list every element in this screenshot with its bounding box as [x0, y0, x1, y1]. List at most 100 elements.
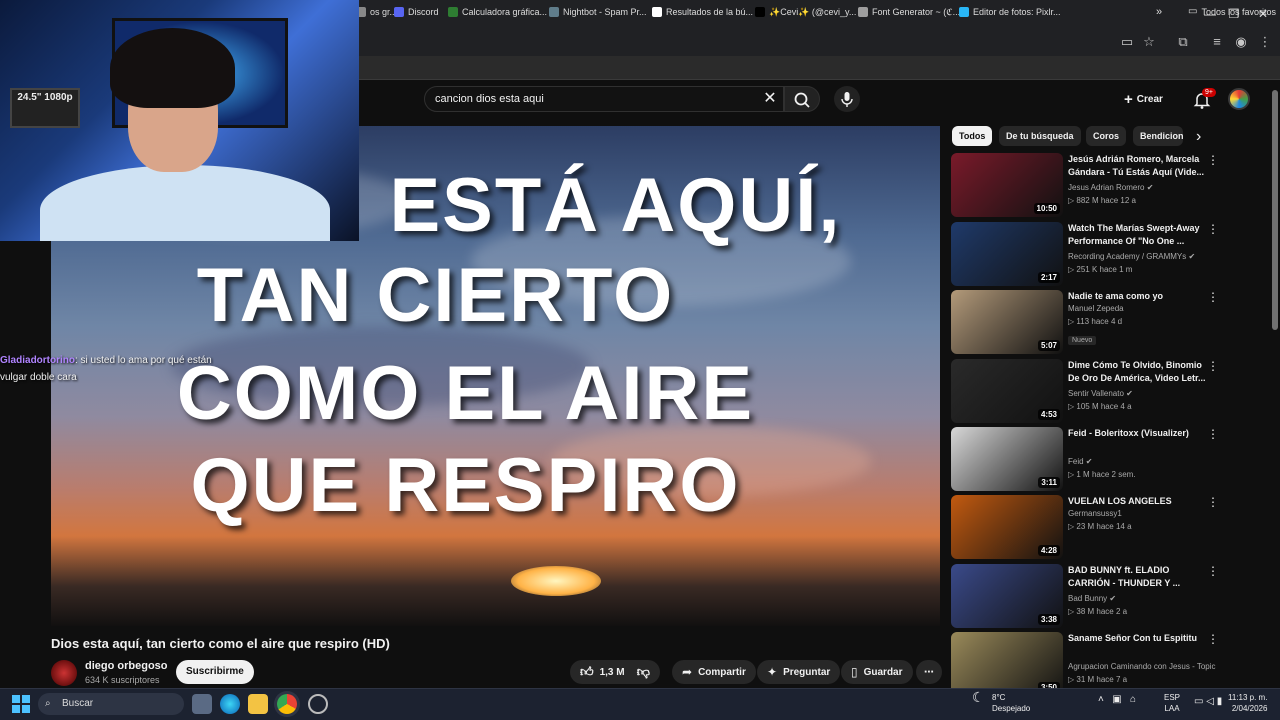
recommended-video[interactable]: 3:38 BAD BUNNY ft. ELADIO CARRIÓN - THUND…: [951, 564, 1261, 630]
bookmark-favicon-icon: [448, 7, 458, 17]
page-scrollbar[interactable]: [1272, 90, 1278, 330]
recommended-channel-name[interactable]: Germansussy1: [1068, 509, 1122, 518]
account-avatar[interactable]: [1228, 88, 1250, 110]
recommended-video-title[interactable]: Jesús Adrián Romero, Marcela Gándara - T…: [1068, 153, 1208, 179]
recommended-channel-name[interactable]: Bad Bunny ✔: [1068, 594, 1116, 603]
chevron-up-icon: ˄: [1098, 694, 1104, 705]
chat-username: Gladiadortorino: [0, 355, 75, 366]
bookmark-favicon-icon: [959, 7, 969, 17]
bookmark-item[interactable]: os gr...: [356, 3, 397, 21]
profile-icon[interactable]: ◉: [1232, 34, 1250, 50]
bookmark-item[interactable]: ✨Cevi✨ (@cevi_y...: [755, 3, 856, 21]
chip-todos[interactable]: Todos: [952, 126, 993, 146]
input-language[interactable]: ESP LAA: [1164, 692, 1180, 714]
more-vertical-icon[interactable]: ⋮: [1207, 564, 1219, 578]
file-explorer-icon[interactable]: [248, 694, 268, 714]
recommended-channel-name[interactable]: Agrupacion Caminando con Jesus - Topic: [1068, 662, 1216, 671]
recommended-video[interactable]: 3:11 Feid - Boleritoxx (Visualizer) Feid ✔…: [951, 427, 1261, 493]
chip-bendiciones[interactable]: Bendicione: [1133, 126, 1183, 146]
network-volume-icons[interactable]: ▭ ◁ ▮: [1194, 696, 1222, 707]
video-thumbnail[interactable]: 4:53: [951, 359, 1063, 423]
bookmark-item[interactable]: Calculadora gráfica...: [448, 3, 547, 21]
dislike-button[interactable]: 👎︎: [637, 664, 650, 680]
ask-button[interactable]: ✦ Preguntar: [757, 660, 841, 684]
share-button[interactable]: ➦ Compartir: [672, 660, 756, 684]
more-vertical-icon[interactable]: ⋮: [1207, 427, 1219, 441]
recommended-video-stats: ▷ 882 M hace 12 a: [1068, 196, 1136, 205]
video-thumbnail[interactable]: 3:11: [951, 427, 1063, 491]
bookmark-favicon-icon: [549, 7, 559, 17]
system-tray[interactable]: ˄ ▣ ⌂: [1098, 694, 1136, 705]
recommended-video-title[interactable]: Sanamе Señor Con tu Espititu: [1068, 632, 1208, 645]
channel-avatar[interactable]: [51, 660, 77, 686]
recommended-video-title[interactable]: VUELAN LOS ANGELES: [1068, 495, 1208, 508]
recommended-video-title[interactable]: Watch The Marías Swept-Away Performance …: [1068, 222, 1208, 248]
bookmark-item[interactable]: Discord: [394, 3, 439, 21]
search-input[interactable]: cancion dios esta aqui: [424, 86, 784, 112]
more-vertical-icon[interactable]: ⋮: [1207, 632, 1219, 646]
recommended-video[interactable]: 2:17 Watch The Marías Swept-Away Performa…: [951, 222, 1261, 288]
recommended-video-title[interactable]: Dime Cómo Te Olvido, Binomio De Oro De A…: [1068, 359, 1208, 385]
chip-coros[interactable]: Coros: [1086, 126, 1127, 146]
recommended-channel-name[interactable]: Recording Academy / GRAMMYs ✔: [1068, 252, 1195, 261]
all-bookmarks-folder[interactable]: ▭ Todos los favoritos: [1188, 3, 1276, 21]
weather-widget[interactable]: ☾ 8°C Despejado: [972, 690, 1030, 714]
bookmarks-overflow-icon[interactable]: »: [1156, 3, 1162, 21]
create-button[interactable]: + Crear: [1124, 88, 1163, 110]
bookmark-item[interactable]: Font Generator ~ (ℭ...: [858, 3, 960, 21]
recommended-channel-name[interactable]: Sentir Vallenato ✔: [1068, 389, 1133, 398]
browser-menu-icon[interactable]: ⋮: [1256, 34, 1274, 50]
bookmark-favicon-icon: [394, 7, 404, 17]
video-thumbnail[interactable]: 3:38: [951, 564, 1063, 628]
lyric-line-2: TAN CIERTO: [196, 253, 675, 338]
more-vertical-icon[interactable]: ⋮: [1207, 495, 1219, 509]
more-vertical-icon[interactable]: ⋮: [1207, 222, 1219, 236]
clear-search-icon[interactable]: ✕: [760, 88, 780, 110]
save-button[interactable]: ▯ Guardar: [841, 660, 913, 684]
chip-de-tu-busqueda[interactable]: De tu búsqueda: [999, 126, 1081, 146]
taskbar-search[interactable]: ⌕ Buscar: [38, 693, 184, 715]
video-thumbnail[interactable]: 2:17: [951, 222, 1063, 286]
verified-check-icon: ✔: [1188, 252, 1196, 261]
video-thumbnail[interactable]: 3:50: [951, 632, 1063, 696]
more-actions-button[interactable]: ⋯: [916, 660, 942, 684]
windows-logo-icon: [12, 695, 30, 713]
upload-age: hace 4 d: [1091, 317, 1123, 326]
recommended-video-title[interactable]: Feid - Boleritoxx (Visualizer): [1068, 427, 1208, 440]
more-vertical-icon[interactable]: ⋮: [1207, 153, 1219, 167]
like-button[interactable]: 👍︎ 1,3 M: [580, 664, 625, 680]
channel-name[interactable]: diego orbegoso: [85, 660, 168, 672]
bookmark-item[interactable]: Resultados de la bú...: [652, 3, 753, 21]
voice-search-button[interactable]: [834, 86, 860, 112]
video-thumbnail[interactable]: 4:28: [951, 495, 1063, 559]
recommended-video[interactable]: 4:53 Dime Cómo Te Olvido, Binomio De Oro …: [951, 359, 1261, 425]
taskbar-clock[interactable]: 11:13 p. m. 2/04/2026: [1228, 692, 1267, 714]
bookmark-item[interactable]: Nightbot - Spam Pr...: [549, 3, 647, 21]
cast-icon[interactable]: ▭: [1118, 34, 1136, 50]
chips-next-icon[interactable]: ›: [1196, 128, 1201, 146]
obs-icon[interactable]: [308, 694, 328, 714]
recommended-video-title[interactable]: Nadie te ama como yo: [1068, 290, 1208, 303]
recommended-video[interactable]: 5:07 Nadie te ama como yo Manuel Zepeda ▷ 1…: [951, 290, 1261, 356]
task-view-icon[interactable]: [192, 694, 212, 714]
recommended-video[interactable]: 10:50 Jesús Adrián Romero, Marcela Gándar…: [951, 153, 1261, 219]
recommended-video-title[interactable]: BAD BUNNY ft. ELADIO CARRIÓN - THUNDER Y…: [1068, 564, 1208, 590]
recommended-channel-name[interactable]: Jesus Adrian Romero ✔: [1068, 183, 1153, 192]
more-vertical-icon[interactable]: ⋮: [1207, 359, 1219, 373]
recommended-video[interactable]: 4:28 VUELAN LOS ANGELES Germansussy1 ▷ 23 M…: [951, 495, 1261, 561]
lang-code: ESP: [1164, 693, 1181, 702]
video-thumbnail[interactable]: 10:50: [951, 153, 1063, 217]
extensions-icon[interactable]: ⧉: [1174, 34, 1192, 50]
video-thumbnail[interactable]: 5:07: [951, 290, 1063, 354]
subscribe-button[interactable]: Suscribirme: [176, 660, 254, 684]
more-vertical-icon[interactable]: ⋮: [1207, 290, 1219, 304]
media-control-icon[interactable]: ≡: [1208, 34, 1226, 50]
start-button[interactable]: [12, 695, 30, 713]
bookmark-item[interactable]: Editor de fotos: Pixlr...: [959, 3, 1061, 21]
search-button[interactable]: [784, 86, 820, 112]
bookmark-star-icon[interactable]: ☆: [1140, 34, 1158, 50]
recommended-channel-name[interactable]: Feid ✔: [1068, 457, 1093, 466]
edge-icon[interactable]: [220, 694, 240, 714]
chrome-icon[interactable]: [277, 694, 297, 714]
recommended-channel-name[interactable]: Manuel Zepeda: [1068, 304, 1124, 313]
